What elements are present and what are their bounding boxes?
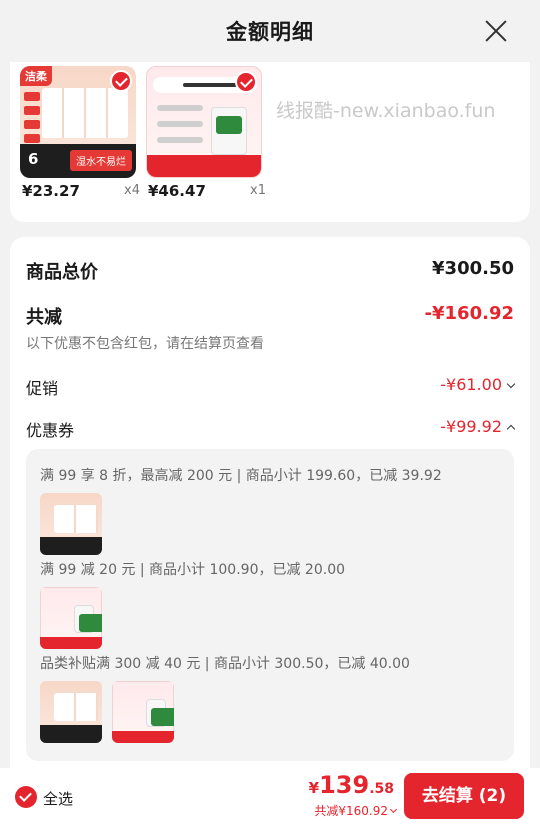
product-card-1[interactable]: 洁柔 6 湿水不易烂 ¥23.27 x4 — [20, 66, 140, 200]
coupon-rule-1: 满 99 享 8 折，最高减 200 元 | 商品小计 199.60，已减 39… — [40, 468, 442, 484]
product-qty: x4 — [124, 183, 140, 198]
mini-image — [40, 587, 102, 649]
product-price: ¥46.47 — [148, 182, 206, 200]
checkout-bar: 全选 ¥139.58 共减¥160.92 去结算 (2) — [0, 768, 540, 824]
coupon-value-wrap[interactable]: -¥99.92 — [440, 417, 516, 436]
total-value: ¥300.50 — [432, 258, 514, 279]
product-qty: x1 — [250, 183, 266, 198]
currency-symbol: ¥ — [308, 779, 320, 797]
chevron-up-icon — [506, 424, 516, 434]
coupon-value: -¥99.92 — [440, 417, 502, 436]
summary-card: 商品总价 ¥300.50 共减 -¥160.92 以下优惠不包含红包，请在结算页… — [10, 237, 530, 782]
product-card-2[interactable]: ¥46.47 x1 — [146, 66, 266, 200]
brand-label: 洁柔 — [20, 66, 52, 86]
checkout-button[interactable]: 去结算 (2) — [404, 773, 524, 819]
total-price: ¥139.58 — [309, 771, 394, 799]
page-title: 金额明细 — [226, 20, 314, 44]
coupon-item-tissue-2 — [40, 681, 102, 743]
close-icon[interactable] — [484, 19, 508, 43]
product-price: ¥23.27 — [22, 182, 80, 200]
mini-image — [40, 681, 102, 743]
checked-icon[interactable] — [235, 71, 257, 93]
coupon-rule-3: 品类补贴满 300 减 40 元 | 商品小计 300.50，已减 40.00 — [40, 656, 410, 672]
watermark: 线报酷-new.xianbao.fun — [276, 100, 496, 122]
product-image-milk — [146, 66, 262, 178]
promo-tags — [24, 92, 40, 148]
discount-note: 以下优惠不包含红包，请在结算页查看 — [26, 336, 264, 352]
saved-text: 共减¥160.92 — [314, 804, 388, 818]
total-dec: .58 — [369, 781, 394, 797]
product-strip: 洁柔 6 湿水不易烂 ¥23.27 x4 ¥46.47 x1 线报酷-new.x… — [10, 62, 530, 222]
checked-icon[interactable] — [110, 70, 132, 92]
mini-image — [40, 493, 102, 555]
product-banner: 6 湿水不易烂 — [20, 144, 136, 178]
reduce-value: -¥160.92 — [424, 303, 514, 324]
coupon-detail-panel: 满 99 享 8 折，最高减 200 元 | 商品小计 199.60，已减 39… — [26, 449, 514, 761]
coupon-item-tissue — [40, 493, 102, 555]
total-int: 139 — [319, 771, 370, 799]
header: 金额明细 — [0, 0, 540, 62]
mini-image — [112, 681, 174, 743]
feature-rows — [157, 105, 203, 153]
promo-value-wrap[interactable]: -¥61.00 — [440, 375, 516, 394]
chevron-down-icon — [506, 379, 516, 389]
price-bar — [147, 155, 261, 177]
coupon-rule-2: 满 99 减 20 元 | 商品小计 100.90，已减 20.00 — [40, 562, 346, 578]
product-tagline: 湿水不易烂 — [70, 150, 132, 171]
select-all-label[interactable]: 全选 — [43, 788, 73, 809]
promo-value: -¥61.00 — [440, 375, 502, 394]
reduce-label: 共减 — [26, 307, 62, 328]
badge-count: 6 — [28, 150, 39, 168]
milk-can — [211, 107, 247, 155]
select-all-checkbox[interactable] — [15, 786, 37, 808]
promo-label: 促销 — [26, 379, 59, 398]
tissue-packs — [42, 88, 128, 138]
coupon-item-milk — [40, 587, 102, 649]
chevron-down-icon — [389, 805, 398, 814]
product-image-tissue: 洁柔 6 湿水不易烂 — [20, 66, 136, 178]
saved-amount[interactable]: 共减¥160.92 — [314, 802, 398, 819]
coupon-item-milk-2 — [112, 681, 174, 743]
coupon-label: 优惠券 — [26, 421, 75, 440]
total-label: 商品总价 — [26, 262, 98, 283]
